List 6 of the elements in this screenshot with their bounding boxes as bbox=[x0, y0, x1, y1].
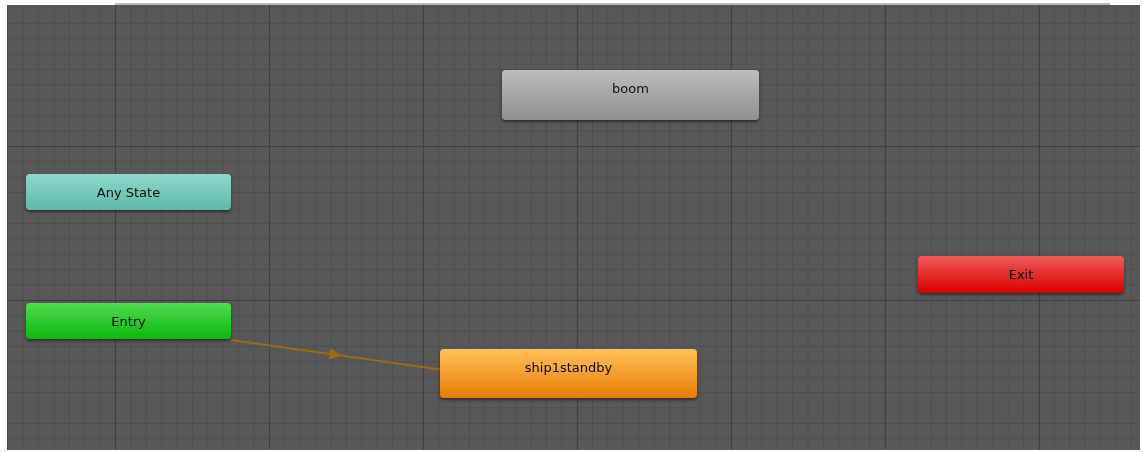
transition-arrow[interactable] bbox=[230, 339, 441, 371]
exit-node[interactable]: Exit bbox=[918, 256, 1124, 293]
state-node[interactable]: boom bbox=[502, 70, 759, 120]
any-state-node[interactable]: Any State bbox=[26, 174, 231, 210]
default-state-node[interactable]: ship1standby bbox=[440, 349, 697, 398]
entry-node[interactable]: Entry bbox=[26, 303, 231, 339]
